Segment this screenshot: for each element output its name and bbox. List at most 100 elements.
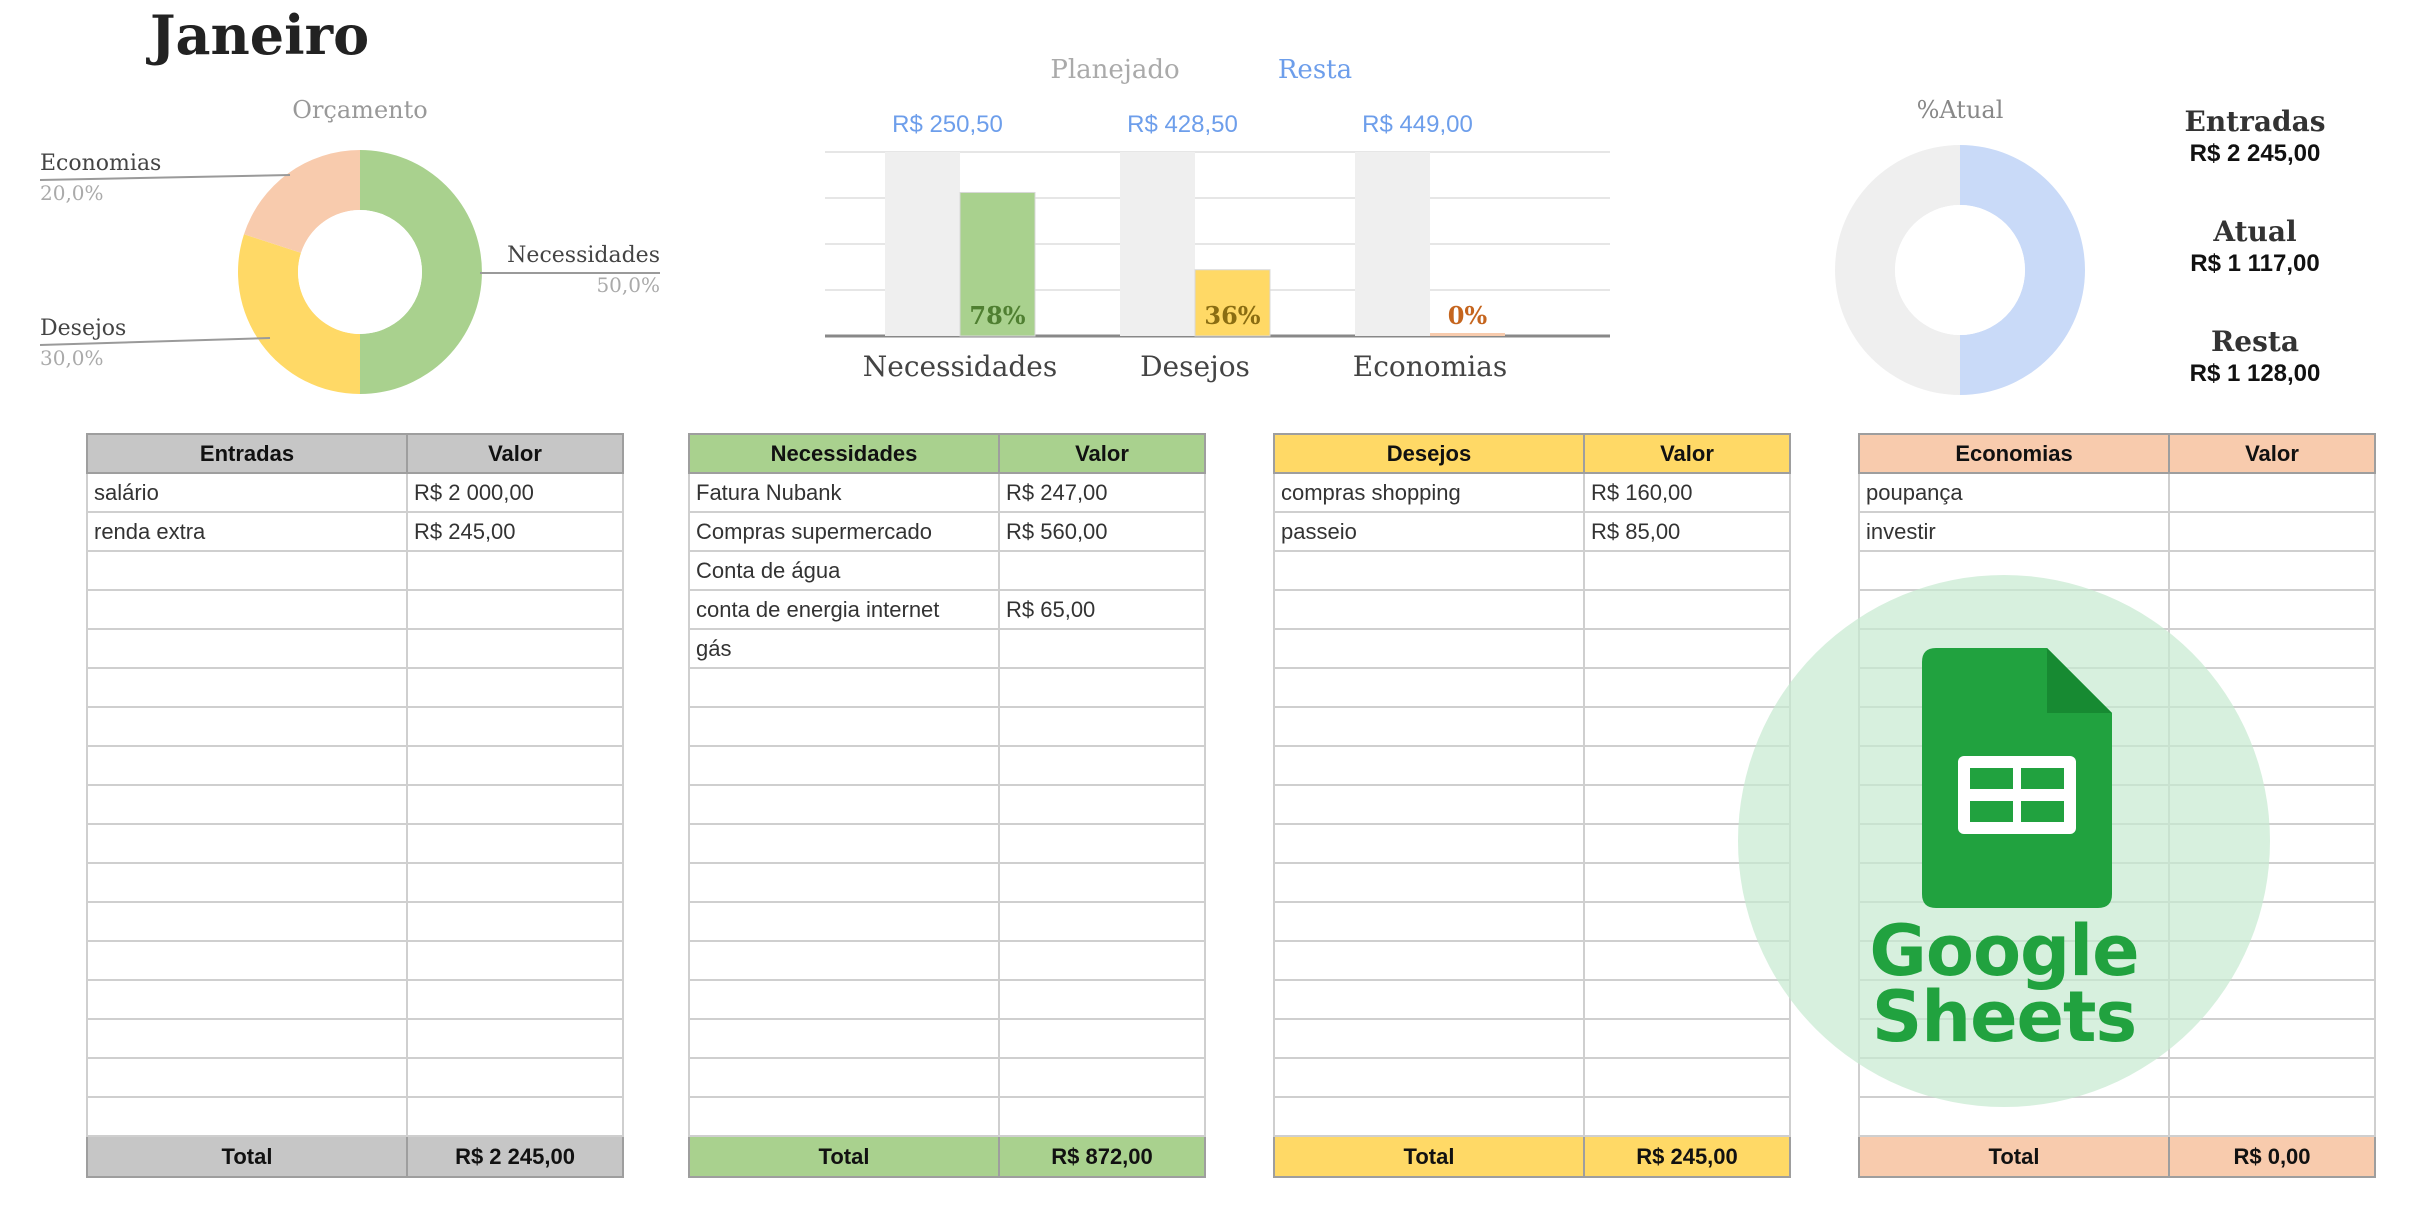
- item-cell[interactable]: [86, 1057, 408, 1098]
- item-cell[interactable]: [86, 550, 408, 591]
- value-cell[interactable]: R$ 2 000,00: [406, 472, 624, 513]
- item-cell[interactable]: [1273, 550, 1585, 591]
- valor-header[interactable]: Valor: [2168, 433, 2376, 474]
- value-cell[interactable]: [998, 784, 1206, 825]
- value-cell[interactable]: [1583, 550, 1791, 591]
- item-cell[interactable]: [1273, 979, 1585, 1020]
- value-cell[interactable]: [998, 1096, 1206, 1137]
- item-cell[interactable]: [86, 706, 408, 747]
- value-cell[interactable]: [998, 940, 1206, 981]
- value-cell[interactable]: [998, 706, 1206, 747]
- value-cell[interactable]: [406, 589, 624, 630]
- item-cell[interactable]: [688, 940, 1000, 981]
- item-cell[interactable]: [86, 823, 408, 864]
- item-cell[interactable]: renda extra: [86, 511, 408, 552]
- value-cell[interactable]: [406, 784, 624, 825]
- total-label[interactable]: Total: [1273, 1135, 1585, 1178]
- value-cell[interactable]: [998, 979, 1206, 1020]
- item-cell[interactable]: [1273, 1096, 1585, 1137]
- item-cell[interactable]: [86, 589, 408, 630]
- value-cell[interactable]: [998, 550, 1206, 591]
- value-cell[interactable]: R$ 160,00: [1583, 472, 1791, 513]
- total-value[interactable]: R$ 245,00: [1583, 1135, 1791, 1178]
- item-cell[interactable]: conta de energia internet: [688, 589, 1000, 630]
- item-cell[interactable]: Conta de água: [688, 550, 1000, 591]
- value-cell[interactable]: [998, 901, 1206, 942]
- value-cell[interactable]: [1583, 628, 1791, 669]
- item-cell[interactable]: [1273, 1018, 1585, 1059]
- item-cell[interactable]: [86, 628, 408, 669]
- item-cell[interactable]: [86, 745, 408, 786]
- value-cell[interactable]: [1583, 667, 1791, 708]
- item-cell[interactable]: [86, 979, 408, 1020]
- value-cell[interactable]: [406, 1018, 624, 1059]
- item-cell[interactable]: gás: [688, 628, 1000, 669]
- item-cell[interactable]: [688, 745, 1000, 786]
- value-cell[interactable]: [998, 823, 1206, 864]
- item-cell[interactable]: [86, 784, 408, 825]
- item-cell[interactable]: [86, 901, 408, 942]
- item-cell[interactable]: [1273, 1057, 1585, 1098]
- item-cell[interactable]: compras shopping: [1273, 472, 1585, 513]
- item-cell[interactable]: [688, 784, 1000, 825]
- value-cell[interactable]: [998, 1057, 1206, 1098]
- value-cell[interactable]: [998, 1018, 1206, 1059]
- value-cell[interactable]: [998, 745, 1206, 786]
- value-cell[interactable]: R$ 65,00: [998, 589, 1206, 630]
- value-cell[interactable]: [406, 979, 624, 1020]
- value-cell[interactable]: [406, 550, 624, 591]
- value-cell[interactable]: [406, 667, 624, 708]
- item-cell[interactable]: [86, 1018, 408, 1059]
- value-cell[interactable]: [406, 940, 624, 981]
- item-cell[interactable]: investir: [1858, 511, 2170, 552]
- value-cell[interactable]: [2168, 550, 2376, 591]
- necessidades-header[interactable]: Necessidades: [688, 433, 1000, 474]
- value-cell[interactable]: [406, 745, 624, 786]
- item-cell[interactable]: [1273, 589, 1585, 630]
- item-cell[interactable]: [688, 823, 1000, 864]
- value-cell[interactable]: [998, 862, 1206, 903]
- value-cell[interactable]: [2168, 589, 2376, 630]
- value-cell[interactable]: [998, 628, 1206, 669]
- value-cell[interactable]: [2168, 1057, 2376, 1098]
- valor-header[interactable]: Valor: [406, 433, 624, 474]
- item-cell[interactable]: [688, 1096, 1000, 1137]
- item-cell[interactable]: [86, 1096, 408, 1137]
- item-cell[interactable]: [688, 706, 1000, 747]
- value-cell[interactable]: [406, 1096, 624, 1137]
- total-label[interactable]: Total: [688, 1135, 1000, 1178]
- value-cell[interactable]: [406, 1057, 624, 1098]
- total-value[interactable]: R$ 2 245,00: [406, 1135, 624, 1178]
- value-cell[interactable]: R$ 85,00: [1583, 511, 1791, 552]
- item-cell[interactable]: Compras supermercado: [688, 511, 1000, 552]
- value-cell[interactable]: R$ 560,00: [998, 511, 1206, 552]
- item-cell[interactable]: [1273, 667, 1585, 708]
- value-cell[interactable]: [2168, 472, 2376, 513]
- item-cell[interactable]: [688, 667, 1000, 708]
- valor-header[interactable]: Valor: [1583, 433, 1791, 474]
- entradas-header[interactable]: Entradas: [86, 433, 408, 474]
- item-cell[interactable]: [1273, 901, 1585, 942]
- item-cell[interactable]: [688, 1057, 1000, 1098]
- value-cell[interactable]: [998, 667, 1206, 708]
- value-cell[interactable]: [1583, 1057, 1791, 1098]
- item-cell[interactable]: [688, 862, 1000, 903]
- value-cell[interactable]: [2168, 1096, 2376, 1137]
- value-cell[interactable]: R$ 247,00: [998, 472, 1206, 513]
- item-cell[interactable]: [1273, 628, 1585, 669]
- item-cell[interactable]: passeio: [1273, 511, 1585, 552]
- value-cell[interactable]: [406, 628, 624, 669]
- item-cell[interactable]: [86, 862, 408, 903]
- value-cell[interactable]: R$ 245,00: [406, 511, 624, 552]
- item-cell[interactable]: [1273, 706, 1585, 747]
- item-cell[interactable]: poupança: [1858, 472, 2170, 513]
- total-label[interactable]: Total: [86, 1135, 408, 1178]
- item-cell[interactable]: [688, 979, 1000, 1020]
- desejos-header[interactable]: Desejos: [1273, 433, 1585, 474]
- item-cell[interactable]: [1273, 940, 1585, 981]
- value-cell[interactable]: [406, 706, 624, 747]
- economias-header[interactable]: Economias: [1858, 433, 2170, 474]
- item-cell[interactable]: [688, 1018, 1000, 1059]
- item-cell[interactable]: [1273, 745, 1585, 786]
- valor-header[interactable]: Valor: [998, 433, 1206, 474]
